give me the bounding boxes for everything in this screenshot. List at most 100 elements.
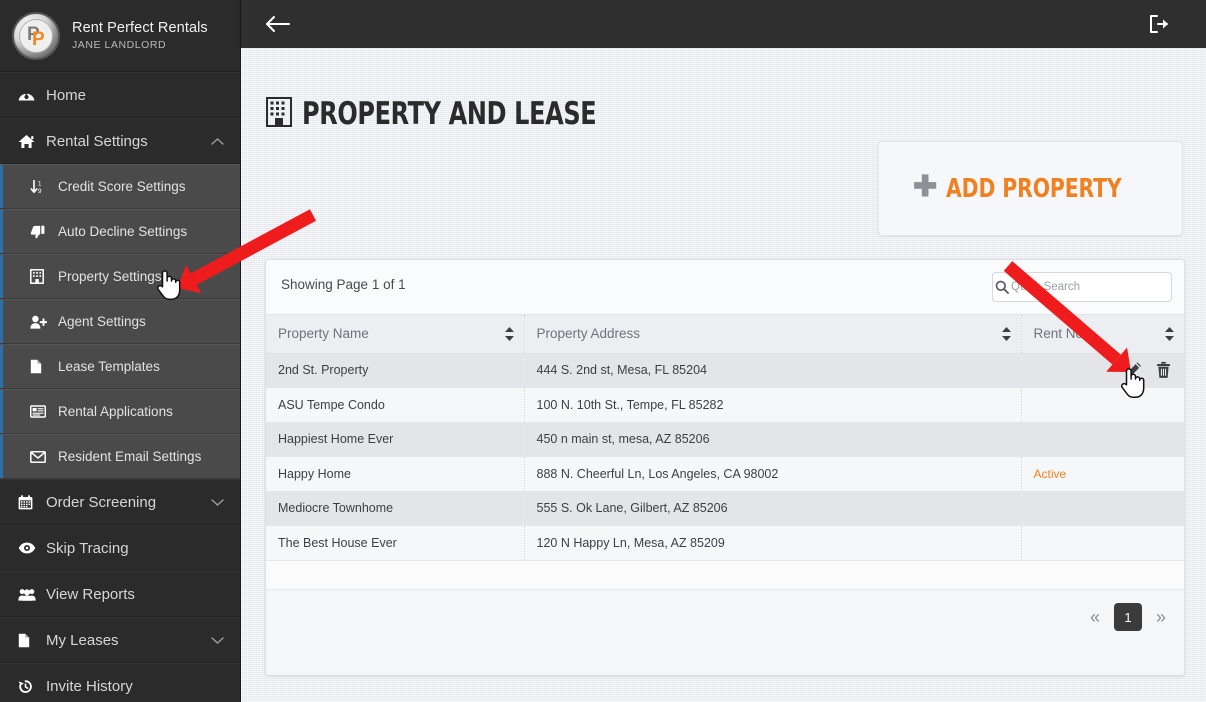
table-row[interactable]: Mediocre Townhome 555 S. Ok Lane, Gilbert…: [266, 491, 1184, 526]
page-title: Property and Lease: [266, 96, 644, 132]
cell-property-address: 450 n main st, mesa, AZ 85206: [524, 422, 1022, 457]
column-header-property-address[interactable]: Property Address: [524, 315, 1022, 354]
property-table: Property Name Property Address Rent Now …: [266, 315, 1184, 561]
trash-icon[interactable]: [1156, 362, 1171, 379]
building-icon: [30, 269, 50, 284]
cell-property-address: 100 N. 10th St., Tempe, FL 85282: [524, 387, 1022, 423]
cell-rent-now: [1021, 422, 1184, 457]
panel-footer: « 1 »: [266, 589, 1184, 675]
table-row[interactable]: 2nd St. Property 444 S. 2nd st, Mesa, FL …: [266, 353, 1184, 388]
sidebar-item-credit-score-settings[interactable]: 1 9 Credit Score Settings: [0, 164, 240, 209]
chevron-up-icon[interactable]: [211, 133, 224, 150]
sidebar-item-order-screening[interactable]: Order Screening: [0, 479, 240, 525]
sidebar-item-auto-decline-settings[interactable]: Auto Decline Settings: [0, 209, 240, 254]
user-plus-icon: [30, 315, 50, 329]
dashboard-icon: [18, 88, 38, 102]
sign-out-icon[interactable]: [1147, 12, 1171, 36]
status-badge: Active: [1033, 466, 1067, 481]
cell-rent-now: [1021, 353, 1184, 388]
cell-property-name: Mediocre Townhome: [266, 491, 525, 526]
svg-text:9: 9: [38, 188, 42, 194]
history-icon: [18, 679, 38, 694]
sidebar-item-label: My Leases: [46, 631, 119, 649]
building-icon: [266, 96, 292, 132]
add-property-button[interactable]: ✚ Add Property: [878, 141, 1183, 236]
chevron-down-icon[interactable]: [211, 494, 224, 511]
home-icon: [18, 134, 38, 149]
calendar-icon: [18, 494, 38, 510]
search-input[interactable]: [1011, 281, 1171, 293]
sidebar-item-resident-email-settings[interactable]: Resident Email Settings: [0, 434, 240, 479]
cell-property-address: 888 N. Cheerful Ln, Los Angeles, CA 9800…: [524, 456, 1022, 492]
sidebar-item-label: Property Settings: [58, 269, 162, 284]
arrow-left-icon[interactable]: [263, 10, 293, 38]
cell-rent-now: [1021, 491, 1184, 526]
sidebar-item-label: Auto Decline Settings: [58, 224, 188, 239]
app-root: Rent Perfect Rentals JANE LANDLORD Home R…: [0, 0, 1206, 702]
pagination-next[interactable]: »: [1152, 606, 1170, 628]
column-header-rent-now[interactable]: Rent Now: [1021, 315, 1184, 354]
rent-perfect-logo-icon: [12, 11, 60, 60]
cell-property-name: The Best House Ever: [266, 525, 525, 561]
panel-header: Showing Page 1 of 1: [266, 260, 1184, 315]
sidebar-item-skip-tracing[interactable]: Skip Tracing: [0, 525, 240, 571]
envelope-icon: [30, 450, 50, 463]
sidebar-item-label: Rental Settings: [46, 132, 148, 150]
sidebar-item-lease-templates[interactable]: Lease Templates: [0, 344, 240, 389]
cell-property-address: 444 S. 2nd st, Mesa, FL 85204: [524, 353, 1022, 388]
sidebar-item-invite-history[interactable]: Invite History: [0, 663, 240, 702]
cell-property-address: 555 S. Ok Lane, Gilbert, AZ 85206: [524, 491, 1022, 526]
pagination-prev[interactable]: «: [1086, 606, 1104, 628]
column-label: Property Address: [536, 326, 641, 342]
pagination: « 1 »: [1086, 603, 1170, 631]
cell-property-name: Happy Home: [266, 456, 525, 492]
sort-icon[interactable]: [504, 326, 514, 341]
cell-rent-now: [1021, 387, 1184, 423]
sidebar-nav: Home Rental Settings 1 9 Credit Score Settin…: [0, 72, 240, 702]
sidebar-item-label: Rental Applications: [58, 404, 173, 419]
sidebar-item-label: Agent Settings: [58, 314, 146, 329]
sidebar-item-label: Skip Tracing: [46, 539, 129, 557]
sidebar-item-label: Credit Score Settings: [58, 179, 186, 194]
eye-icon: [18, 542, 38, 554]
list-icon: [30, 405, 50, 418]
sidebar-item-agent-settings[interactable]: Agent Settings: [0, 299, 240, 344]
sort-icon[interactable]: [1001, 326, 1011, 341]
pagination-page-1[interactable]: 1: [1113, 603, 1142, 631]
sidebar-item-label: View Reports: [46, 585, 135, 603]
sort-icon[interactable]: [1165, 326, 1174, 341]
thumbs-down-icon: [30, 224, 50, 239]
main-content: Property and Lease ✚ Add Property Showin…: [241, 48, 1206, 702]
topbar: [241, 0, 1206, 48]
table-row[interactable]: ASU Tempe Condo 100 N. 10th St., Tempe, F…: [266, 387, 1184, 423]
pencil-icon[interactable]: [1125, 362, 1142, 379]
cell-rent-now: [1021, 525, 1184, 561]
sidebar-item-label: Resident Email Settings: [58, 449, 202, 464]
add-property-label: Add Property: [946, 173, 1122, 204]
search-box[interactable]: [992, 272, 1172, 302]
search-icon: [993, 280, 1011, 294]
sidebar-item-view-reports[interactable]: View Reports: [0, 571, 240, 617]
showing-page-text: Showing Page 1 of 1: [281, 277, 406, 292]
sidebar-item-rental-applications[interactable]: Rental Applications: [0, 389, 240, 434]
plus-icon: ✚: [912, 171, 938, 203]
sidebar-item-label: Invite History: [46, 677, 133, 695]
sidebar-item-my-leases[interactable]: My Leases: [0, 617, 240, 663]
sidebar-item-property-settings[interactable]: Property Settings: [0, 254, 240, 299]
sidebar-item-rental-settings[interactable]: Rental Settings: [0, 118, 240, 164]
chevron-down-icon[interactable]: [211, 632, 224, 649]
table-row[interactable]: The Best House Ever 120 N Happy Ln, Mesa,…: [266, 525, 1184, 561]
sidebar-item-home[interactable]: Home: [0, 72, 240, 118]
page-title-text: Property and Lease: [302, 96, 597, 132]
file-icon: [30, 359, 50, 374]
column-header-property-name[interactable]: Property Name: [266, 315, 525, 354]
cell-property-address: 120 N Happy Ln, Mesa, AZ 85209: [524, 525, 1022, 561]
table-row[interactable]: Happiest Home Ever 450 n main st, mesa, A…: [266, 422, 1184, 457]
cell-property-name: 2nd St. Property: [266, 353, 525, 388]
table-row[interactable]: Happy Home 888 N. Cheerful Ln, Los Angele…: [266, 456, 1184, 492]
property-list-panel: Showing Page 1 of 1 Pr: [265, 259, 1185, 676]
sidebar-item-label: Home: [46, 86, 87, 104]
sort-numeric-icon: 19: [30, 179, 50, 194]
brand-header[interactable]: Rent Perfect Rentals JANE LANDLORD: [0, 0, 240, 72]
svg-text:1: 1: [38, 181, 42, 188]
